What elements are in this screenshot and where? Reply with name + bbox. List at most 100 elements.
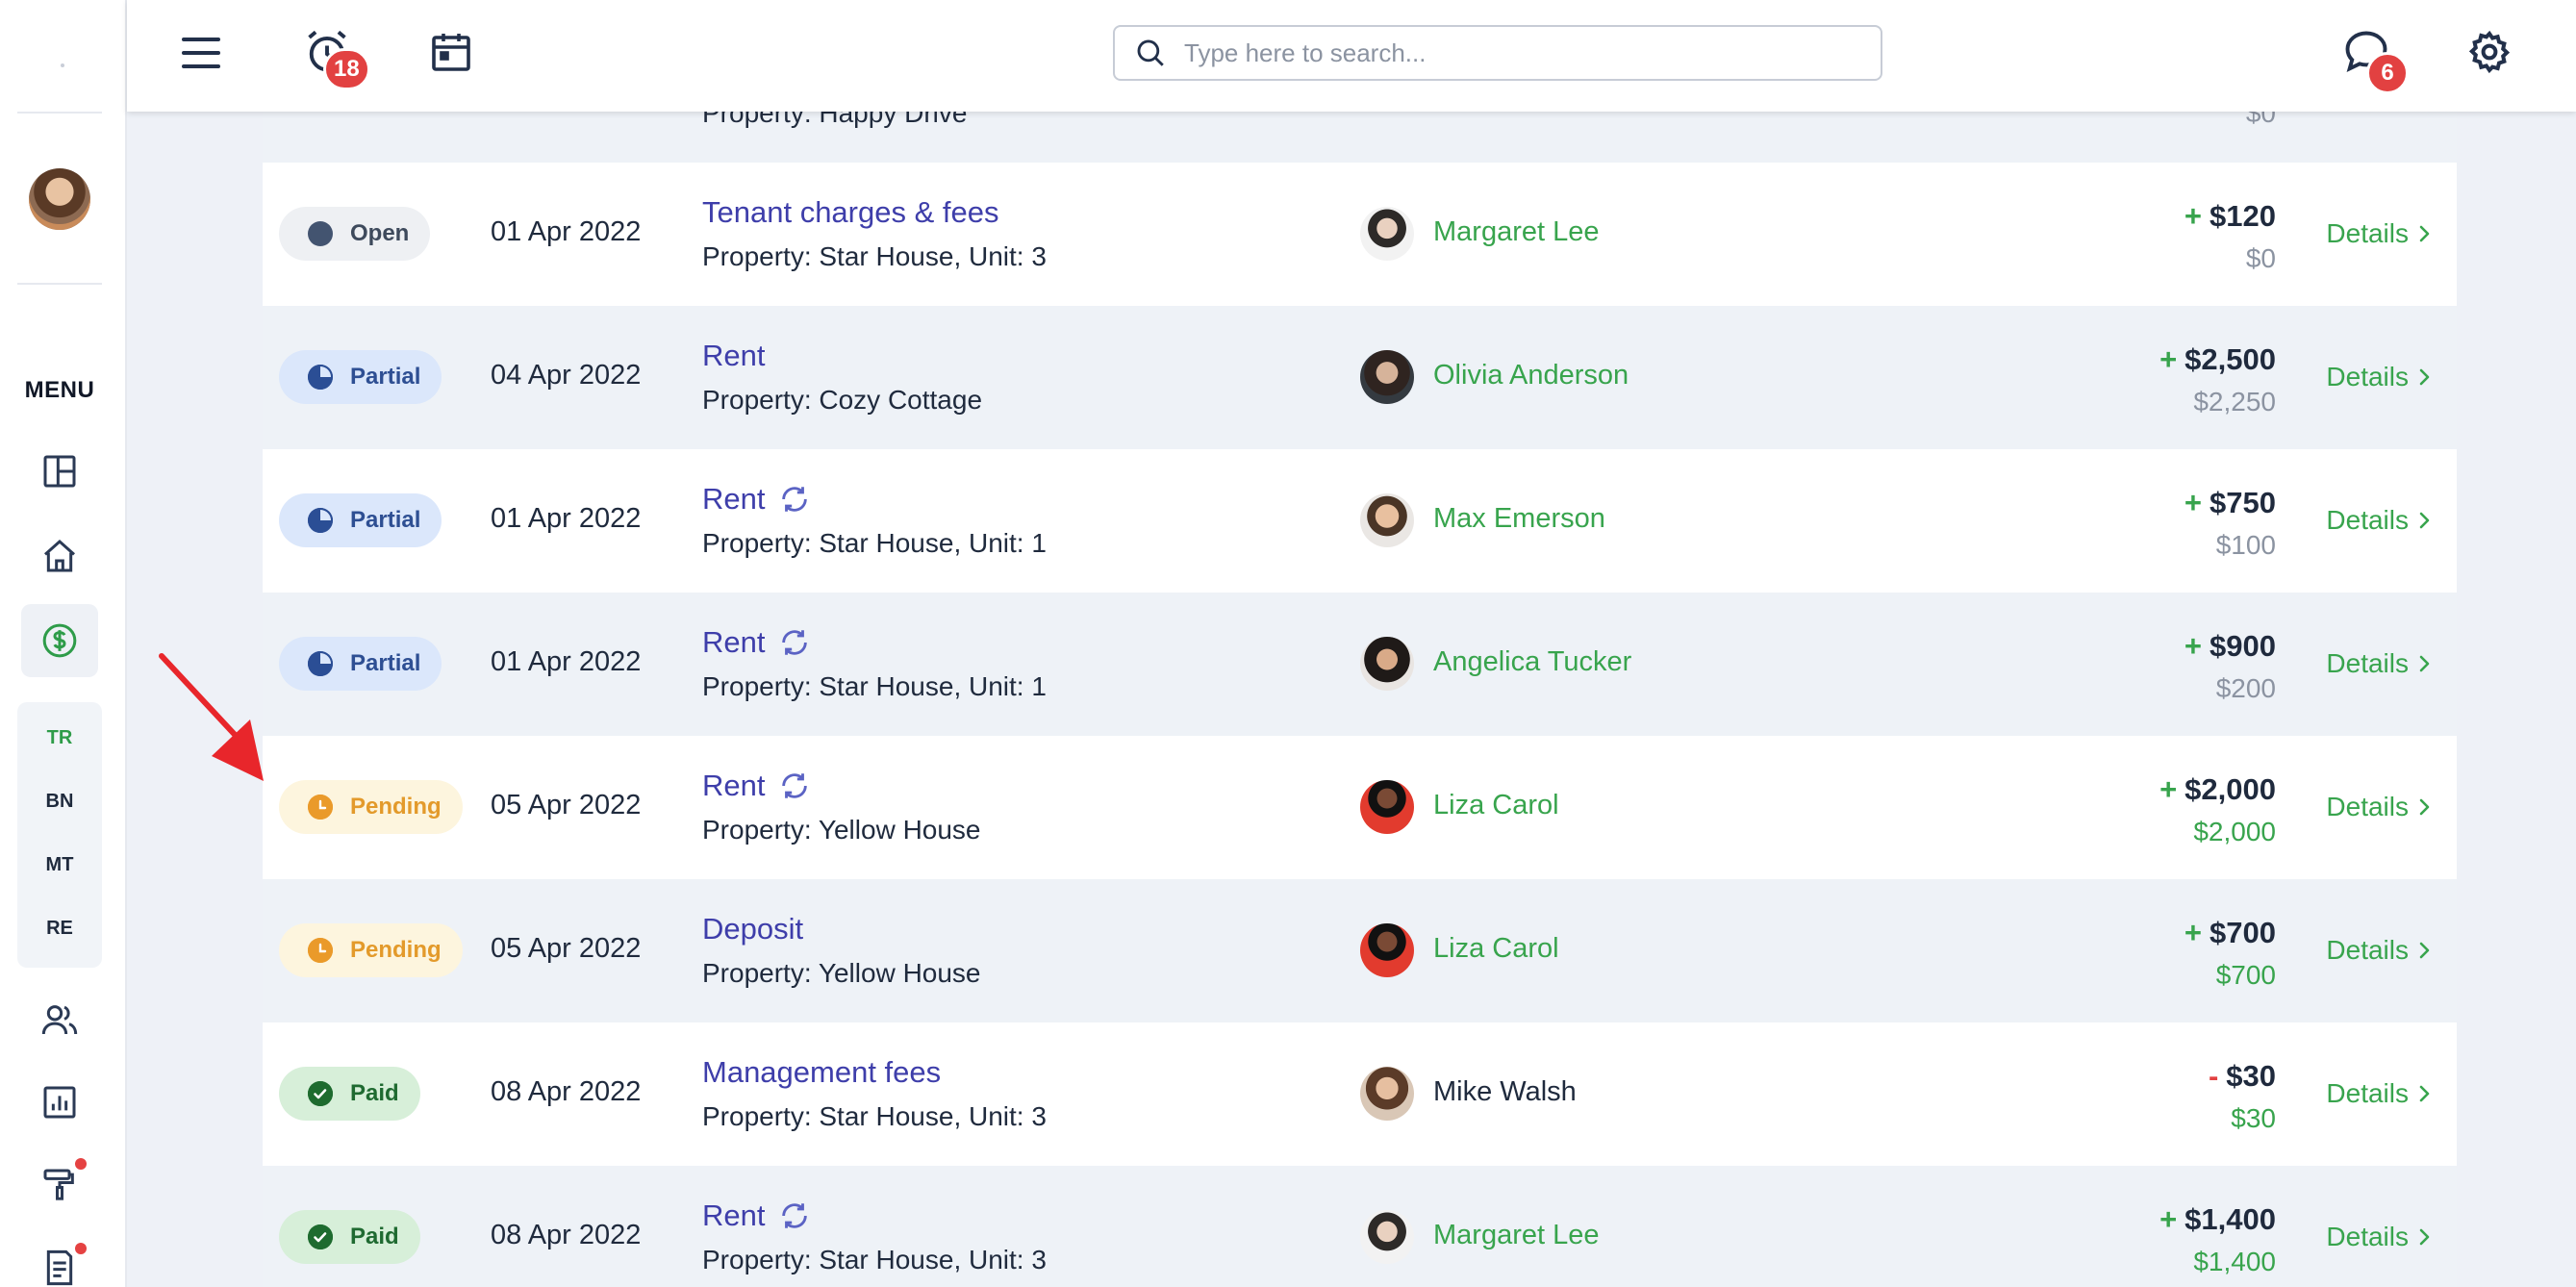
table-row[interactable]: Open 01 Apr 2022 Tenant charges & fees Prop… [263, 163, 2457, 306]
details-link[interactable]: Details [2326, 648, 2432, 679]
top-bar: 18 6 [127, 0, 2576, 112]
details-label[interactable]: Details [2326, 935, 2409, 966]
amount-value: $900 [2210, 629, 2276, 663]
details-label[interactable]: Details [2326, 218, 2409, 249]
chevron-right-icon [2419, 225, 2430, 242]
transaction-title-link[interactable]: Rent [702, 625, 811, 660]
transaction-title-link[interactable]: Rent [702, 339, 765, 373]
submenu-item-mt[interactable]: MT [17, 854, 102, 876]
transaction-title[interactable]: Deposit [702, 912, 803, 946]
search-input[interactable] [1184, 38, 1857, 68]
details-link[interactable]: Details [2326, 935, 2432, 966]
submenu-item-re[interactable]: RE [17, 918, 102, 940]
table-row[interactable]: Paid 08 Apr 2022 Management fees Property: … [263, 1022, 2457, 1166]
calendar-icon [432, 34, 470, 71]
details-link[interactable]: Details [2326, 505, 2432, 536]
transaction-title-link[interactable]: Rent [702, 482, 811, 517]
table-row[interactable]: Pending 05 Apr 2022 Rent Property: Yellow H… [263, 736, 2457, 879]
table-row[interactable]: Pending 05 Apr 2022 Deposit Property: Yello… [263, 879, 2457, 1022]
submenu-item-tr[interactable]: TR [17, 727, 102, 749]
total-amount: + $700 [2185, 916, 2276, 950]
transaction-title-link[interactable]: Deposit [702, 912, 803, 946]
transaction-title[interactable]: Management fees [702, 1055, 941, 1090]
tenant-name-link[interactable]: Olivia Anderson [1433, 360, 1629, 391]
details-link[interactable]: Details [2326, 1078, 2432, 1109]
transaction-title[interactable]: Rent [702, 339, 765, 373]
transaction-title-link[interactable]: Rent [702, 1199, 811, 1233]
transaction-title[interactable]: Rent [702, 625, 765, 660]
total-amount: + $2,500 [2159, 342, 2276, 377]
table-row[interactable]: Partial 01 Apr 2022 Rent Property: Star Hou… [263, 593, 2457, 736]
tenant-name-link[interactable]: Mike Walsh [1433, 1076, 1577, 1108]
sidebar-item-maintenance[interactable] [21, 1148, 98, 1222]
user-avatar[interactable] [29, 168, 90, 230]
transaction-title[interactable]: Rent [702, 769, 765, 803]
details-label[interactable]: Details [2326, 1222, 2409, 1252]
total-amount: + $1,400 [2159, 1202, 2276, 1237]
transaction-title[interactable]: Rent [702, 1199, 765, 1233]
status-pending-icon [308, 795, 333, 820]
details-label[interactable]: Details [2326, 362, 2409, 392]
status-badge: Paid [279, 1210, 420, 1264]
status-badge: Open [279, 207, 431, 261]
status-badge: Pending [279, 923, 463, 977]
sidebar-item-reports[interactable] [21, 1066, 98, 1139]
table-row[interactable]: Paid 08 Apr 2022 Rent Property: Star House,… [263, 1166, 2457, 1287]
property-text: Property: Yellow House [702, 815, 981, 845]
paid-amount: $1,400 [2193, 1247, 2276, 1276]
chevron-right-icon [2419, 655, 2430, 672]
menu-toggle-button[interactable] [177, 29, 225, 77]
details-label[interactable]: Details [2326, 505, 2409, 536]
settings-button[interactable] [2464, 27, 2514, 77]
property-text: Property: Cozy Cottage [702, 385, 983, 415]
tenant-name-link[interactable]: Angelica Tucker [1433, 646, 1631, 678]
bar-chart-icon [43, 1086, 76, 1119]
property-text: Property: Star House, Unit: 3 [702, 1101, 1047, 1131]
tenant-name-link[interactable]: Liza Carol [1433, 790, 1559, 821]
transaction-title[interactable]: Tenant charges & fees [702, 195, 998, 230]
status-label: Pending [350, 937, 442, 963]
sidebar-item-people[interactable] [21, 983, 98, 1056]
status-badge: Partial [279, 350, 442, 404]
status-partial-icon [308, 508, 333, 533]
sidebar-item-accounting[interactable] [21, 604, 98, 677]
due-date: 05 Apr 2022 [491, 933, 642, 964]
dashboard-icon [43, 455, 76, 488]
sidebar-item-properties[interactable] [21, 519, 98, 593]
transaction-title[interactable]: Rent [702, 482, 765, 517]
tenant-name-link[interactable]: Liza Carol [1433, 933, 1559, 965]
details-link[interactable]: Details [2326, 218, 2432, 249]
paid-amount: $0 [2245, 243, 2276, 273]
chevron-right-icon [2419, 1085, 2430, 1102]
table-row[interactable]: Partial 01 Apr 2022 Rent Property: Star Hou… [263, 449, 2457, 593]
sidebar-item-documents[interactable] [21, 1231, 98, 1287]
transaction-title-link[interactable]: Tenant charges & fees [702, 195, 998, 230]
amount-sign: + [2184, 916, 2203, 949]
status-label: Paid [350, 1224, 399, 1249]
status-label: Partial [350, 650, 421, 676]
transaction-title-link[interactable]: Management fees [702, 1055, 941, 1090]
details-link[interactable]: Details [2326, 792, 2432, 822]
chevron-right-icon [2419, 1228, 2430, 1246]
calendar-button[interactable] [427, 27, 475, 77]
status-label: Pending [350, 794, 442, 820]
status-paid-icon [308, 1224, 333, 1249]
tenant-name-link[interactable]: Max Emerson [1433, 503, 1605, 535]
table-row[interactable]: Partial 04 Apr 2022 Rent Property: Cozy Cot… [263, 306, 2457, 449]
details-link[interactable]: Details [2326, 362, 2432, 392]
sidebar-item-dashboard[interactable] [21, 435, 98, 508]
details-label[interactable]: Details [2326, 1078, 2409, 1109]
details-label[interactable]: Details [2326, 792, 2409, 822]
submenu-item-bn[interactable]: BN [17, 791, 102, 813]
property-text: Property: Star House, Unit: 1 [702, 528, 1047, 558]
amount-sign: + [2184, 486, 2203, 519]
details-link[interactable]: Details [2326, 1222, 2432, 1252]
details-label[interactable]: Details [2326, 648, 2409, 679]
tenant-name-link[interactable]: Margaret Lee [1433, 1220, 1600, 1251]
tenant-name-link[interactable]: Margaret Lee [1433, 216, 1600, 248]
transaction-title-link[interactable]: Rent [702, 769, 811, 803]
reminders-button[interactable]: 18 [300, 25, 370, 90]
gear-icon [2468, 30, 2511, 74]
search-box[interactable] [1113, 25, 1882, 81]
messages-button[interactable]: 6 [2339, 25, 2409, 94]
